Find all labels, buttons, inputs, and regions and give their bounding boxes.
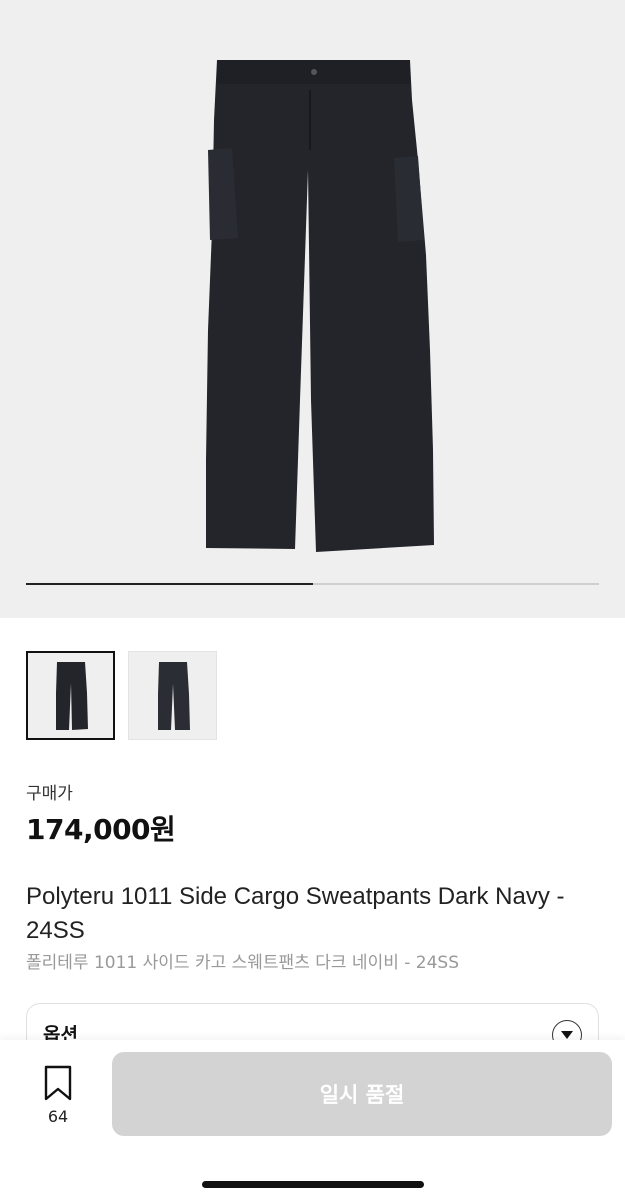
bottom-action-bar: 64 일시 품절 (0, 1040, 625, 1200)
gallery-progress (26, 583, 599, 585)
price-label: 구매가 (26, 784, 73, 804)
thumbnail-front-image (56, 662, 88, 730)
thumbnail-list (26, 651, 217, 740)
thumbnail-alt-image (158, 662, 190, 730)
sold-out-button[interactable]: 일시 품절 (112, 1052, 612, 1136)
product-image-pants (206, 60, 434, 552)
price: 174,000원 (26, 813, 176, 846)
bookmark-count: 64 (47, 1107, 69, 1126)
thumbnail-front[interactable] (26, 651, 115, 740)
product-subtitle: 폴리테루 1011 사이드 카고 스웨트팬츠 다크 네이비 - 24SS (26, 953, 460, 973)
product-image-gallery[interactable] (0, 0, 625, 618)
thumbnail-alt[interactable] (128, 651, 217, 740)
product-title: Polyteru 1011 Side Cargo Sweatpants Dark… (26, 883, 565, 944)
bookmark-button[interactable]: 64 (36, 1065, 80, 1126)
bookmark-icon (44, 1065, 72, 1101)
gallery-progress-fill (26, 583, 313, 585)
home-indicator (202, 1181, 424, 1188)
